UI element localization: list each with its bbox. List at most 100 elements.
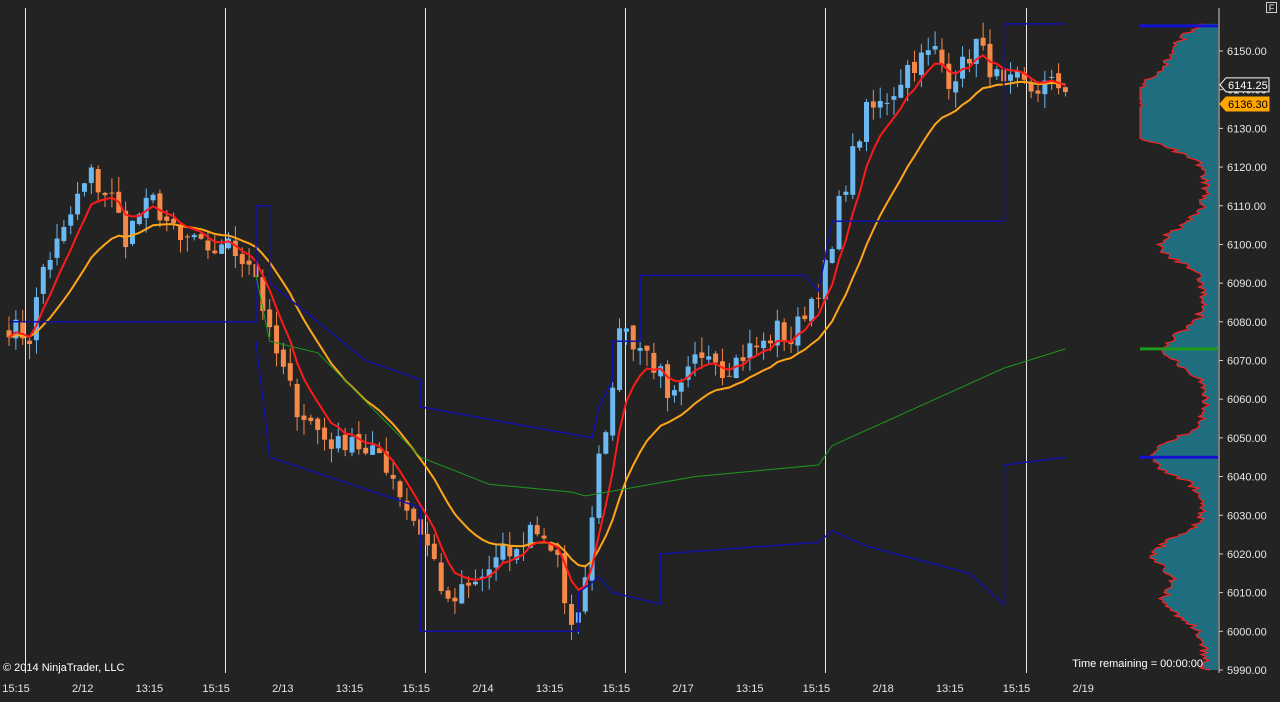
candle-down — [802, 315, 808, 320]
time-label: 13:15 — [936, 683, 964, 695]
price-label: 6090.00 — [1227, 278, 1267, 290]
candle-up — [143, 197, 149, 219]
candlesticks — [6, 22, 1068, 640]
time-remaining-text: Time remaining = 00:00:00 — [1072, 658, 1203, 670]
time-label: 13:15 — [336, 683, 364, 695]
candle-down — [541, 535, 547, 539]
candle-up — [596, 453, 602, 518]
candle-down — [411, 508, 417, 521]
candle-up — [761, 340, 767, 349]
candle-down — [308, 417, 314, 421]
candle-up — [191, 234, 197, 238]
candle-up — [795, 316, 801, 346]
candle-down — [356, 434, 362, 450]
candle-down — [966, 58, 972, 64]
candle-up — [500, 543, 506, 560]
candle-down — [301, 415, 307, 420]
candle-down — [431, 543, 437, 560]
candle-up — [47, 260, 53, 270]
candle-up — [150, 194, 156, 201]
candle-down — [363, 447, 369, 454]
candle-down — [294, 384, 300, 418]
candle-down — [397, 481, 403, 498]
price-chart[interactable]: 5990.00 6000.00 6010.00 6020.00 6030.00 6040.… — [0, 0, 1280, 702]
candle-up — [219, 244, 225, 254]
time-label: 13:15 — [136, 683, 164, 695]
candle-down — [1035, 90, 1041, 94]
candle-up — [905, 64, 911, 88]
price-label: 6010.00 — [1227, 588, 1267, 600]
candle-down — [178, 226, 183, 241]
candle-down — [630, 325, 636, 350]
candle-down — [109, 192, 115, 194]
candle-up — [747, 343, 753, 359]
candle-up — [857, 141, 863, 148]
price-label: 6040.00 — [1227, 472, 1267, 484]
price-label: 6100.00 — [1227, 239, 1267, 251]
copyright-text: © 2014 NinjaTrader, LLC — [3, 662, 124, 674]
time-label: 15:15 — [803, 683, 831, 695]
time-label: 2/17 — [672, 683, 693, 695]
candle-down — [424, 533, 430, 546]
candle-down — [274, 325, 280, 354]
candle-up — [617, 328, 623, 390]
time-label: 2/14 — [472, 683, 493, 695]
profile-area — [1140, 23, 1218, 670]
candle-down — [452, 597, 458, 602]
chart-options-button[interactable]: F — [1266, 2, 1277, 13]
candle-up — [40, 266, 46, 294]
candle-up — [706, 356, 712, 360]
candle-down — [644, 345, 650, 351]
candle-up — [54, 238, 60, 258]
time-label: 2/18 — [872, 683, 893, 695]
candle-up — [891, 96, 897, 100]
slow-moving-average — [8, 80, 1066, 568]
candle-up — [459, 584, 465, 604]
candle-up — [61, 226, 67, 242]
candle-down — [870, 101, 876, 108]
candle-up — [918, 52, 924, 76]
candle-up — [932, 46, 938, 50]
candle-down — [1028, 82, 1034, 92]
price-label: 6020.00 — [1227, 549, 1267, 561]
candle-up — [68, 214, 74, 226]
candle-up — [994, 69, 1000, 77]
candle-up — [603, 432, 609, 454]
candle-down — [102, 192, 108, 196]
candle-down — [507, 546, 513, 557]
time-label: 2/19 — [1072, 683, 1093, 695]
candle-down — [198, 234, 204, 239]
candle-up — [472, 581, 478, 585]
time-label: 2/13 — [272, 683, 293, 695]
candle-up — [637, 347, 643, 351]
candle-down — [342, 434, 348, 451]
candle-up — [370, 445, 376, 455]
candle-up — [925, 50, 931, 55]
candle-down — [754, 345, 760, 348]
candle-up — [349, 437, 355, 453]
price-label: 6060.00 — [1227, 394, 1267, 406]
candle-down — [946, 63, 952, 89]
candle-up — [335, 436, 341, 449]
candle-down — [1062, 87, 1068, 92]
candle-down — [781, 322, 787, 342]
candle-down — [980, 37, 986, 46]
candle-up — [81, 183, 87, 192]
candle-up — [129, 220, 135, 244]
price-label: 6150.00 — [1227, 46, 1267, 58]
candle-down — [912, 61, 918, 73]
candle-down — [212, 250, 218, 254]
candle-up — [1049, 76, 1055, 78]
candle-down — [466, 582, 472, 586]
candle-down — [287, 363, 293, 381]
time-label: 15:15 — [1003, 683, 1031, 695]
candle-down — [205, 240, 211, 251]
candle-up — [850, 146, 856, 195]
candle-down — [232, 240, 238, 257]
candle-down — [939, 49, 945, 65]
candle-down — [445, 590, 451, 599]
time-axis: 15:15 2/12 13:15 15:15 2/13 13:15 15:15 2/14 13:… — [2, 683, 1094, 695]
candle-down — [267, 309, 273, 328]
candle-down — [815, 297, 821, 299]
candle-down — [171, 218, 177, 224]
